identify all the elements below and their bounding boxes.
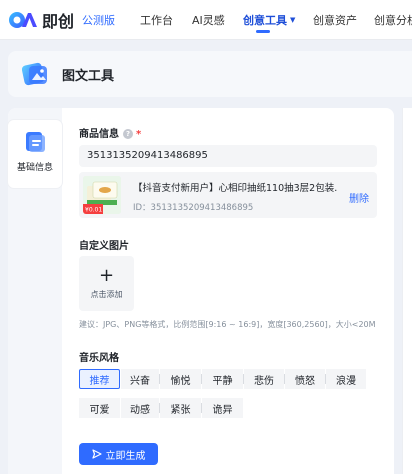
generate-button-label: 立即生成: [105, 450, 146, 462]
nav-workbench[interactable]: 工作台: [140, 0, 173, 40]
beta-badge: 公测版: [82, 13, 116, 27]
music-chip-cute[interactable]: 可爱: [79, 398, 120, 418]
delete-product-button[interactable]: 删除: [349, 190, 369, 205]
add-image-button[interactable]: + 点击添加: [79, 256, 134, 311]
plus-icon: +: [98, 265, 115, 286]
music-chip-dynamic[interactable]: 动感: [121, 398, 159, 418]
top-nav: 即创 公测版 工作台 AI灵感 创意工具 ▼ 创意资产 创意分析: [0, 0, 412, 40]
music-chip-sad[interactable]: 悲伤: [244, 369, 284, 389]
music-chip-angry[interactable]: 愤怒: [285, 369, 325, 389]
product-info-text: 商品信息: [79, 129, 119, 140]
product-info-label: 商品信息? *: [79, 125, 141, 140]
chip-divider: [325, 374, 326, 384]
music-chip-calm[interactable]: 平静: [202, 369, 243, 389]
price-tag-text: ¥0.01: [85, 207, 102, 214]
nav-creative-tools-label: 创意工具: [243, 14, 287, 27]
tissue-pack-icon: ¥0.01: [83, 176, 121, 214]
logo-mark-icon: [9, 11, 37, 28]
chip-divider: [159, 403, 160, 413]
music-style-label: 音乐风格: [79, 353, 119, 364]
generate-button[interactable]: 立即生成: [79, 443, 158, 465]
required-mark: *: [136, 129, 142, 140]
nav-active-indicator: [256, 30, 270, 33]
nav-ai-inspiration[interactable]: AI灵感: [192, 0, 225, 40]
logo[interactable]: 即创 公测版: [8, 8, 115, 32]
page-title: 图文工具: [62, 68, 115, 84]
nav-creative-assets[interactable]: 创意资产: [313, 0, 357, 40]
page-header: 图文工具: [8, 51, 412, 97]
send-icon: [91, 449, 102, 459]
music-chip-recommend[interactable]: 推荐: [79, 369, 120, 389]
music-chip-eerie[interactable]: 诡异: [202, 398, 243, 418]
music-chip-excited[interactable]: 兴奋: [121, 369, 159, 389]
music-chip-tense[interactable]: 紧张: [160, 398, 201, 418]
help-icon[interactable]: ?: [123, 129, 133, 139]
product-id-text: ID：3513135209413486895: [133, 203, 254, 213]
chevron-down-icon: ▼: [290, 16, 296, 24]
add-image-label: 点击添加: [90, 290, 123, 299]
nav-creative-tools[interactable]: 创意工具 ▼: [243, 0, 295, 40]
custom-image-label: 自定义图片: [79, 241, 129, 252]
product-title: 【抖音支付新用户】心相印抽纸110抽3层2包装...: [133, 183, 338, 194]
nav-creative-analysis[interactable]: 创意分析: [374, 0, 412, 40]
product-id-input[interactable]: 3513135209413486895: [79, 145, 377, 167]
image-text-tool-icon: [21, 62, 47, 86]
right-panel-edge: [402, 108, 412, 474]
tab-basic-info[interactable]: 基础信息: [8, 120, 62, 188]
image-requirements-hint: 建议：JPG、PNG等格式，比例范围[9:16 ~ 16:9]，宽度[360,2…: [79, 320, 376, 329]
tab-basic-info-label: 基础信息: [16, 163, 53, 173]
chip-divider: [201, 374, 202, 384]
chip-divider: [201, 403, 202, 413]
document-icon: [26, 132, 45, 152]
music-chip-joyful[interactable]: 愉悦: [160, 369, 201, 389]
product-card: ¥0.01 【抖音支付新用户】心相印抽纸110抽3层2包装... ID：3513…: [79, 172, 377, 218]
chip-divider: [284, 374, 285, 384]
music-chip-romantic[interactable]: 浪漫: [326, 369, 366, 389]
product-thumbnail: ¥0.01: [83, 176, 121, 214]
logo-text: 即创: [42, 11, 75, 31]
chip-divider: [159, 374, 160, 384]
chip-divider: [243, 374, 244, 384]
